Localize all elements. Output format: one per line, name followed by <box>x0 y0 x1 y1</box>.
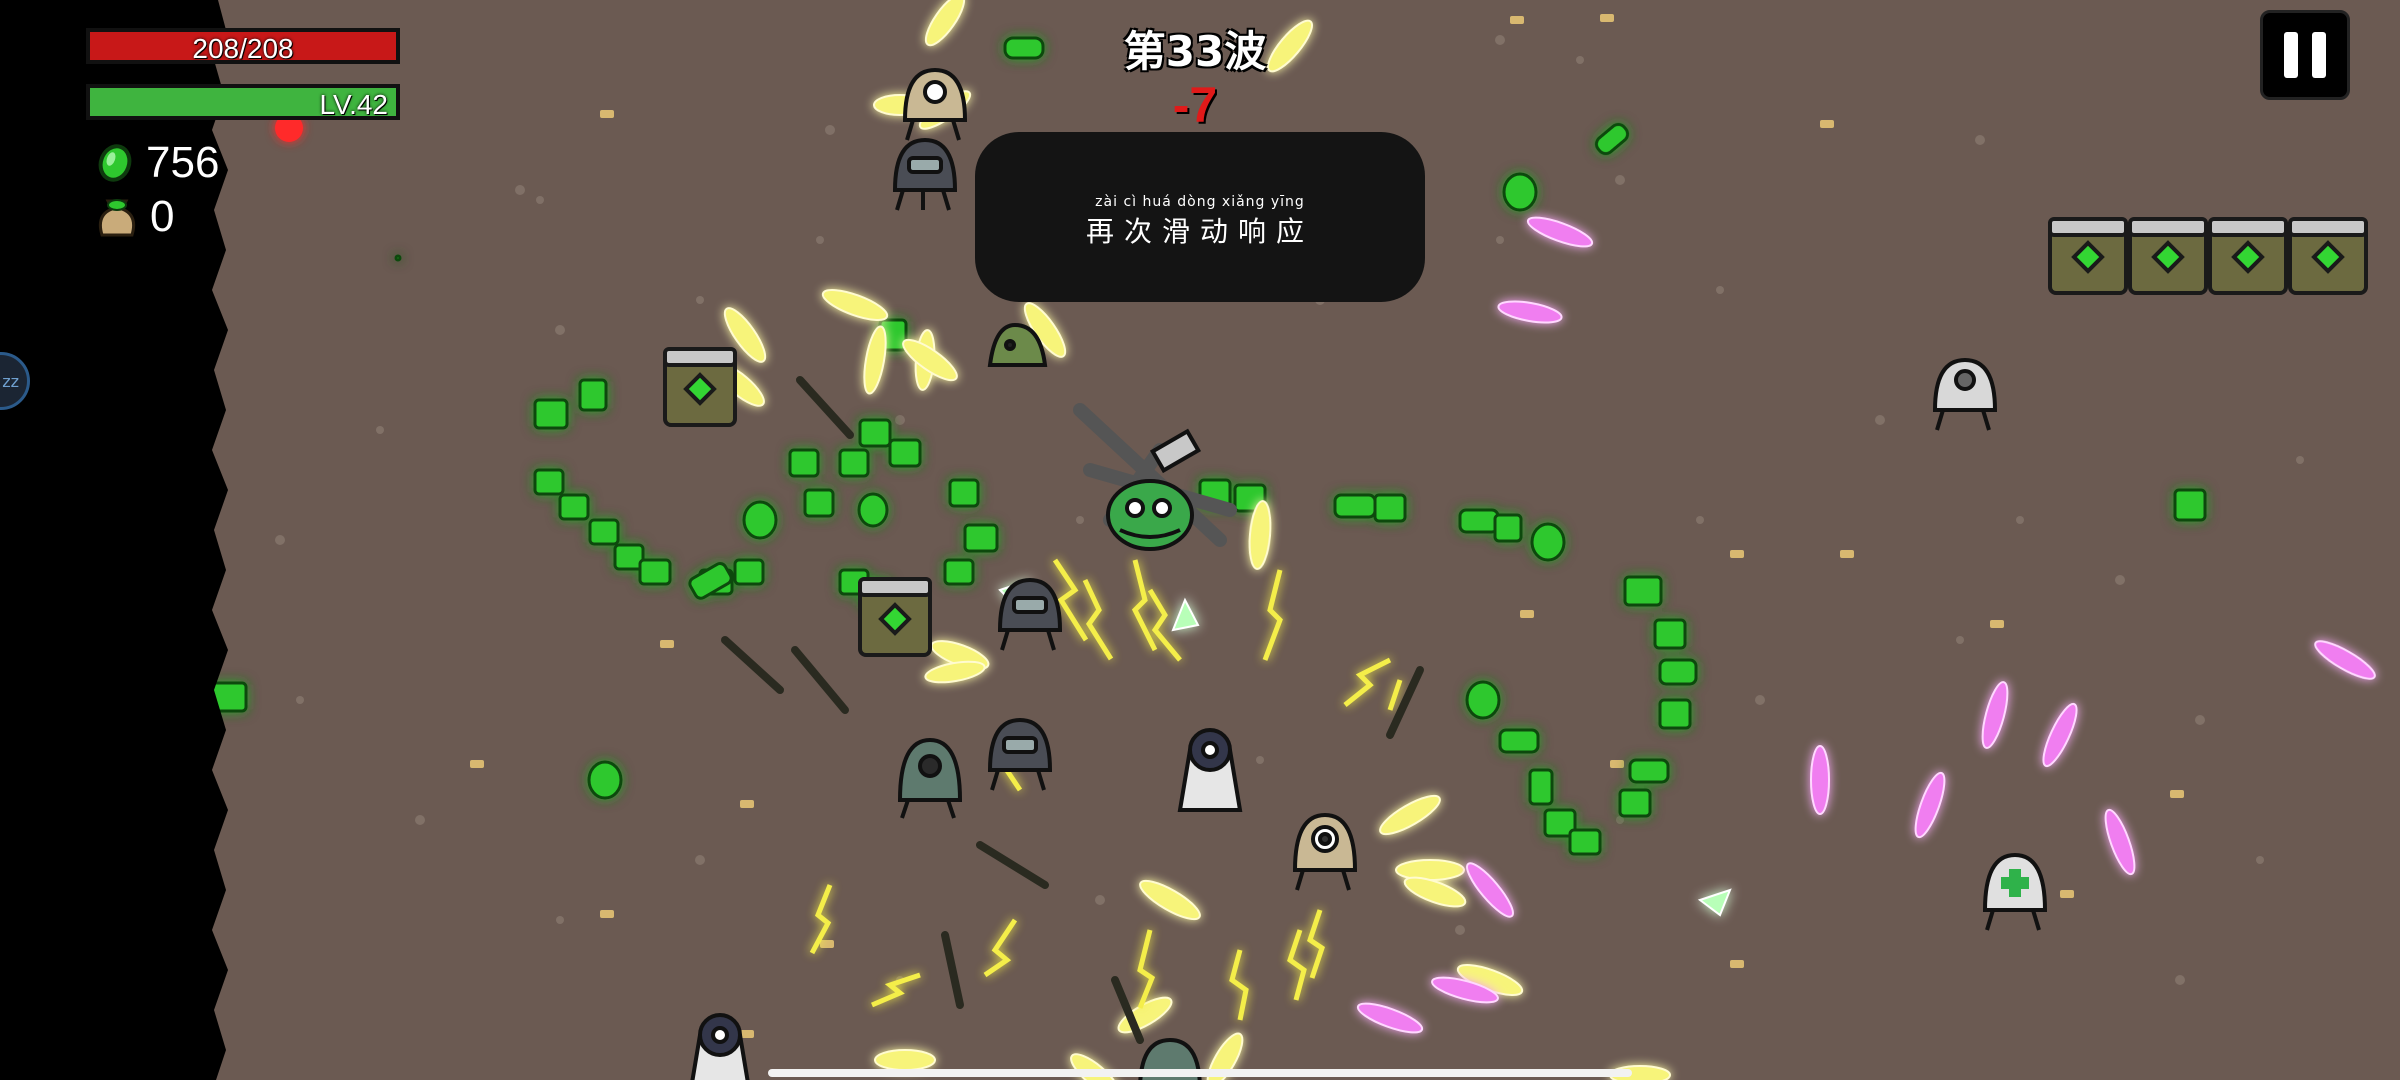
wave-title: 第33波 <box>1123 27 1267 76</box>
level-text: LV.42 <box>319 89 388 120</box>
bag-counter: 0 <box>96 192 174 242</box>
pause-button[interactable] <box>2260 10 2350 100</box>
health-text: 208/208 <box>192 33 294 64</box>
pause-icon <box>2284 32 2298 78</box>
hint-text: 再次滑动响应 <box>1085 215 1314 248</box>
bag-count: 0 <box>150 192 175 241</box>
crate-icon-group <box>663 217 2368 657</box>
experience-bar: LV.42 <box>86 84 400 120</box>
wave-timer: -7 <box>1172 77 1218 133</box>
home-indicator[interactable] <box>768 1069 1632 1077</box>
swipe-hint-toast: zài cì huá dòng xiǎng yīng 再次滑动响应 <box>975 132 1425 302</box>
material-icon <box>98 144 132 182</box>
hint-pinyin: zài cì huá dòng xiǎng yīng <box>1095 194 1305 210</box>
health-bar: 208/208 <box>86 28 400 64</box>
arena-right-wall <box>14 0 40 1080</box>
yellow-projectiles <box>125 0 1671 1080</box>
materials-count: 756 <box>146 138 220 187</box>
green-projectiles <box>998 578 1732 917</box>
pause-icon-bar <box>2312 32 2326 78</box>
bag-icon <box>98 199 136 237</box>
pink-projectiles <box>1356 216 2376 1034</box>
materials-counter: 756 <box>96 138 219 188</box>
